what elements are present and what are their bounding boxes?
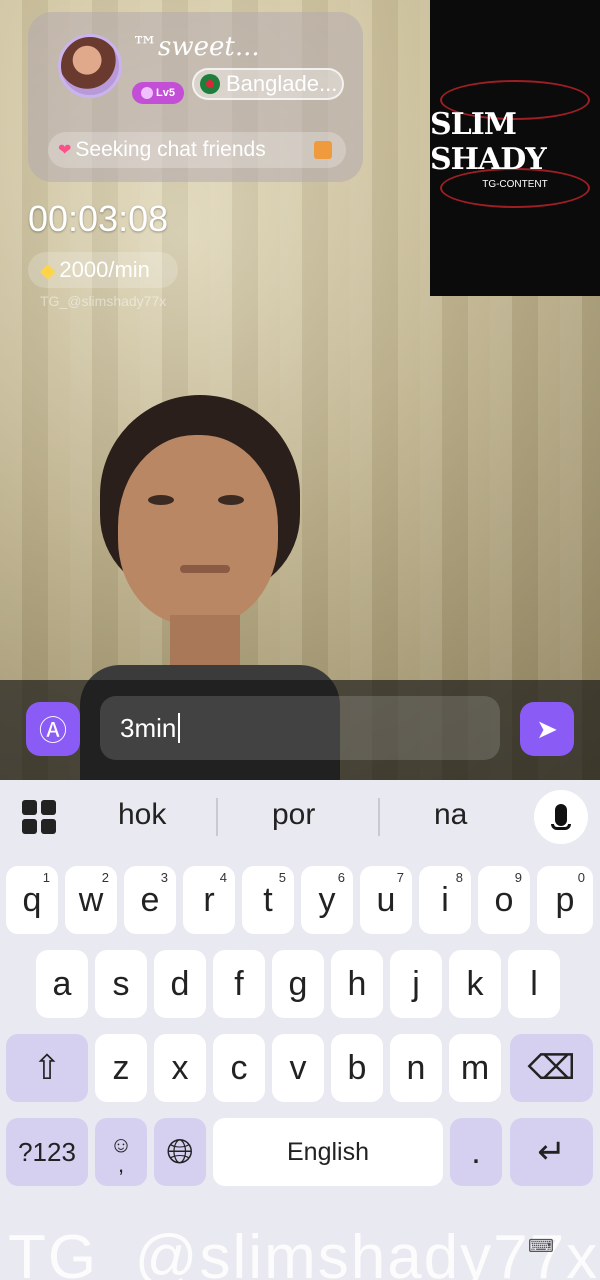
diamond-icon: ◆ [40,259,56,282]
key-i[interactable]: i8 [419,866,471,934]
key-x[interactable]: x [154,1034,206,1102]
note-icon[interactable] [314,141,332,159]
rate-label: 2000/min [59,257,150,282]
keyboard-hide-icon[interactable]: ⌨ [528,1236,554,1257]
enter-arrow-icon: ↵ [537,1133,566,1171]
status-label: Seeking chat friends [75,138,266,161]
key-k[interactable]: k [449,950,501,1018]
backspace-key[interactable]: ⌫ [510,1034,593,1102]
status-pill: ❤ Seeking chat friends [48,132,346,168]
suggestion-bar: hok por na [0,780,600,856]
ai-refresh-icon: Ⓐ [38,715,67,746]
key-b[interactable]: b [331,1034,383,1102]
suggestion-2[interactable]: por [272,798,315,832]
send-button[interactable]: ➤ [520,702,574,756]
key-r[interactable]: r4 [183,866,235,934]
key-q[interactable]: q1 [6,866,58,934]
space-key[interactable]: English [213,1118,443,1186]
suggestion-1[interactable]: hok [118,798,166,832]
country-label: Banglade... [226,71,338,96]
logo-subtitle: TG-CONTENT [482,178,548,190]
backspace-icon: ⌫ [527,1049,576,1087]
level-label: Lv5 [156,87,175,99]
key-p[interactable]: p0 [537,866,593,934]
level-badge: Lv5 [132,82,184,104]
key-l[interactable]: l [508,950,560,1018]
level-icon [141,87,154,99]
shift-key[interactable]: ⇧ [6,1034,88,1102]
space-label: English [287,1137,369,1166]
key-u[interactable]: u7 [360,866,412,934]
bangladesh-flag-icon [200,74,220,94]
overlay-watermark: TG_@slimshady77x [40,293,167,309]
key-z[interactable]: z [95,1034,147,1102]
country-pill: Banglade... [192,68,344,100]
send-icon: ➤ [536,713,558,744]
key-s[interactable]: s [95,950,147,1018]
avatar[interactable] [58,34,122,98]
bottom-watermark: TG_@slimshady77x [8,1223,600,1280]
voice-input-button[interactable] [534,790,588,844]
key-w[interactable]: w2 [65,866,117,934]
apps-grid-icon[interactable] [22,800,56,834]
language-key[interactable]: 🌐︎ [154,1118,206,1186]
microphone-icon [555,804,567,826]
key-j[interactable]: j [390,950,442,1018]
key-e[interactable]: e3 [124,866,176,934]
logo-title: SLIM SHADY [430,106,547,177]
message-text: 3min [120,712,177,743]
period-key[interactable]: . [450,1118,502,1186]
suggestion-divider [216,798,218,836]
key-g[interactable]: g [272,950,324,1018]
key-t[interactable]: t5 [242,866,294,934]
message-input[interactable]: 3min [100,696,500,760]
key-v[interactable]: v [272,1034,324,1102]
enter-key[interactable]: ↵ [510,1118,593,1186]
remote-video-preview[interactable]: SLIM SHADY TG-CONTENT [430,0,600,296]
suggestion-divider [378,798,380,836]
call-timer: 00:03:08 [28,198,169,239]
message-composer: Ⓐ 3min ➤ [0,680,600,780]
suggestion-3[interactable]: na [434,798,467,832]
key-c[interactable]: c [213,1034,265,1102]
symbols-key[interactable]: ?123 [6,1118,88,1186]
heart-icon: ❤ [58,142,72,159]
profile-card[interactable]: ™sweet... Lv5 Banglade... ❤ Seeking chat… [28,12,363,182]
username: ™sweet... [132,32,260,62]
on-screen-keyboard: hok por na q1 w2 e3 r4 t5 y6 u7 i8 o9 p0… [0,780,600,1280]
globe-icon: 🌐︎ [166,1132,194,1171]
key-h[interactable]: h [331,950,383,1018]
key-y[interactable]: y6 [301,866,353,934]
key-m[interactable]: m [449,1034,501,1102]
emoji-key[interactable]: ☺ , [95,1118,147,1186]
key-f[interactable]: f [213,950,265,1018]
ai-assist-button[interactable]: Ⓐ [26,702,80,756]
key-a[interactable]: a [36,950,88,1018]
shift-arrow-icon: ⇧ [32,1049,62,1087]
key-o[interactable]: o9 [478,866,530,934]
key-n[interactable]: n [390,1034,442,1102]
key-d[interactable]: d [154,950,206,1018]
rate-pill: ◆ 2000/min [28,252,178,288]
comma-label: , [117,1152,125,1177]
text-caret [178,713,181,743]
